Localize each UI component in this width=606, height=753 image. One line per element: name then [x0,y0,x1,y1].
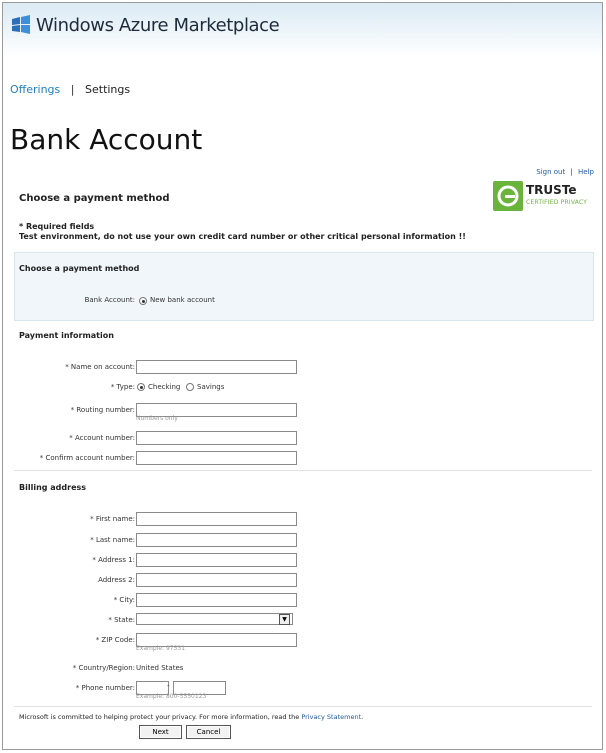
account-type-label: * Type: [110,383,135,391]
chevron-down-icon[interactable]: ▼ [279,614,290,625]
next-button[interactable]: Next [139,725,182,739]
first-name-input[interactable] [136,512,297,526]
section-divider [14,470,592,471]
site-header: Windows Azure Marketplace [3,3,602,57]
truste-name: TRUSTe [526,183,577,197]
privacy-note-period: . [361,713,364,721]
address1-label: * Address 1: [92,556,135,564]
panel-heading: Choose a payment method [19,264,140,273]
utility-links: Sign out | Help [536,168,594,176]
brand-title[interactable]: Windows Azure Marketplace [36,15,280,36]
savings-label[interactable]: Savings [197,383,224,391]
nav-settings-link[interactable]: Settings [85,83,130,96]
page-frame: Windows Azure Marketplace Offerings | Se… [2,2,603,750]
truste-badge-icon [493,181,523,211]
confirm-account-number-label: * Confirm account number: [39,454,135,462]
new-bank-account-radio[interactable] [139,297,147,305]
truste-tagline: CERTIFIED PRIVACY [526,199,588,206]
util-separator: | [570,168,573,176]
nav-separator: | [70,83,75,96]
privacy-statement-link[interactable]: Privacy Statement [301,713,361,721]
account-number-label: * Account number: [69,434,135,442]
help-link[interactable]: Help [578,168,594,176]
first-name-label: * First name: [90,515,135,523]
sign-out-link[interactable]: Sign out [536,168,565,176]
required-fields-text: * Required fields [19,222,95,231]
savings-radio[interactable] [186,383,194,391]
last-name-label: * Last name: [90,536,135,544]
city-label: * City: [113,596,135,604]
name-on-account-label: * Name on account: [65,363,135,371]
privacy-note: Microsoft is committed to helping protec… [19,713,363,721]
payment-method-panel [14,252,594,321]
state-select[interactable] [136,613,293,625]
payment-info-heading: Payment information [19,331,114,340]
cancel-button[interactable]: Cancel [186,725,231,739]
state-label: * State: [108,616,135,624]
checking-radio[interactable] [137,383,145,391]
account-number-input[interactable] [136,431,297,445]
new-bank-account-label[interactable]: New bank account [150,296,215,304]
nav-offerings-link[interactable]: Offerings [10,83,60,96]
phone-number-label: * Phone number: [75,684,135,692]
required-note: * Required fields Test environment, do n… [19,222,466,242]
billing-address-heading: Billing address [19,483,87,492]
checking-label[interactable]: Checking [148,383,180,391]
address1-input[interactable] [136,553,297,567]
address2-label: Address 2: [98,576,135,584]
phone-dash: - [167,682,170,690]
phone-number-hint: Example: 800-5550123 [136,693,207,700]
zip-code-label: * ZIP Code: [95,636,135,644]
address2-input[interactable] [136,573,297,587]
privacy-note-text: Microsoft is committed to helping protec… [19,713,300,721]
name-on-account-input[interactable] [136,360,297,374]
zip-code-hint: Example: 97531 [136,645,186,652]
truste-seal[interactable]: TRUSTe CERTIFIED PRIVACY [493,181,595,213]
top-nav: Offerings | Settings [10,83,130,96]
routing-number-label: * Routing number: [70,406,135,414]
test-environment-warning: Test environment, do not use your own cr… [19,232,466,241]
city-input[interactable] [136,593,297,607]
footer-divider [14,706,592,707]
bank-account-label: Bank Account: [84,296,135,304]
country-region-value: United States [136,664,184,672]
routing-number-hint: Numbers only [136,415,178,422]
country-region-label: * Country/Region: [72,664,135,672]
section-title-payment-method: Choose a payment method [19,193,170,204]
last-name-input[interactable] [136,533,297,547]
windows-logo-icon [12,15,30,34]
page-title: Bank Account [10,123,203,156]
confirm-account-number-input[interactable] [136,451,297,465]
